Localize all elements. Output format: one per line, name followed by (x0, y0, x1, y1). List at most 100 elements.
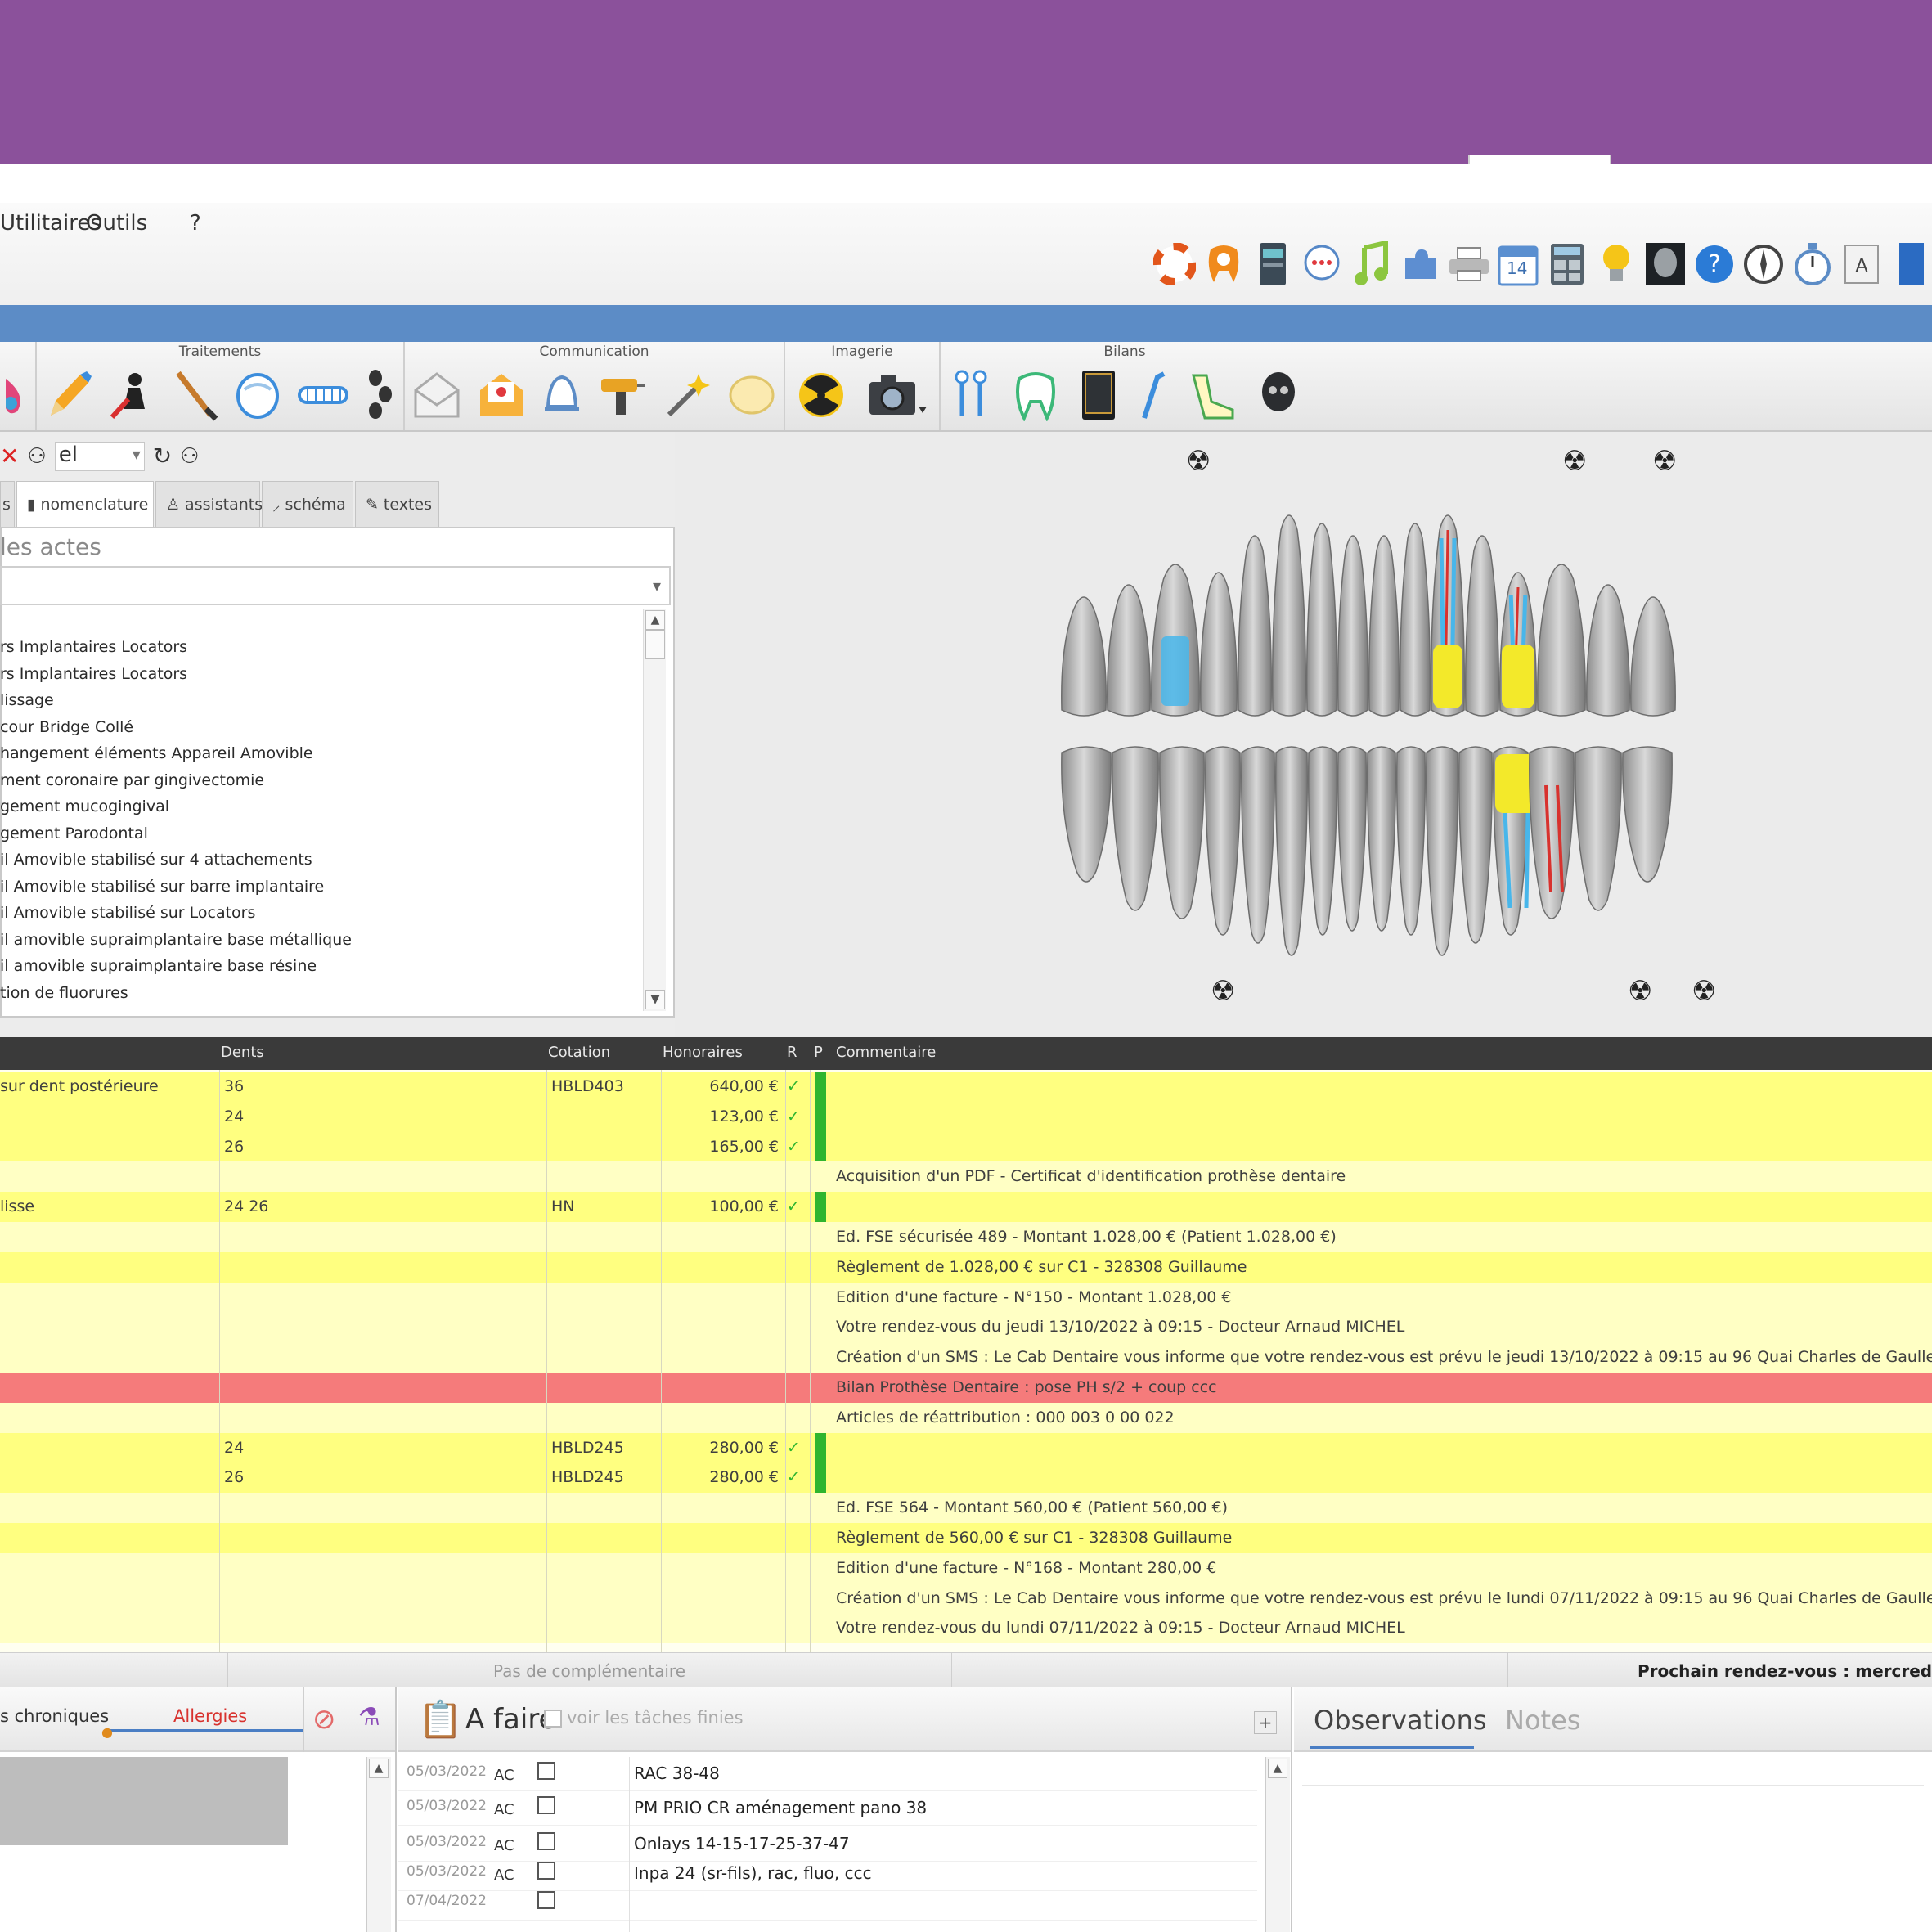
table-row[interactable]: 24 HBLD245 280,00 € ✓ (0, 1432, 1932, 1463)
vacuum-icon[interactable] (107, 368, 156, 422)
drill-icon[interactable] (598, 371, 647, 420)
tooth-outline-icon[interactable] (233, 368, 282, 422)
lower-tooth[interactable] (1241, 746, 1275, 944)
chart-icon[interactable] (1188, 369, 1238, 421)
tooth-q-icon[interactable] (1202, 239, 1245, 290)
tab-notes[interactable]: Notes (1505, 1705, 1580, 1736)
tab-prev[interactable]: s (0, 481, 15, 527)
printer-icon[interactable] (1448, 239, 1490, 290)
medical-scrollbar[interactable]: ▲ (366, 1757, 391, 1932)
radiation-marker-icon[interactable]: ☢ (1562, 445, 1587, 478)
acts-list-item[interactable]: il amovible supraimplantaire base résine (0, 953, 638, 980)
radiation-icon[interactable] (797, 371, 846, 420)
acts-list-item[interactable]: rs Implantaires Locators (0, 661, 638, 688)
server-icon[interactable] (1251, 239, 1294, 290)
todo-checkbox[interactable] (537, 1762, 555, 1780)
scroll-down-icon[interactable]: ▼ (645, 990, 665, 1009)
show-finished-checkbox[interactable] (544, 1710, 562, 1728)
envelope-icon[interactable] (412, 371, 461, 420)
lower-tooth[interactable] (1366, 746, 1397, 932)
acts-list-item[interactable]: il Amovible stabilisé sur barre implanta… (0, 874, 638, 901)
footprints-icon[interactable] (364, 368, 397, 422)
upper-tooth[interactable] (1464, 535, 1500, 717)
list-item[interactable]: 05/03/2022 AC PM PRIO CR aménagement pano … (398, 1791, 1257, 1826)
add-task-button[interactable]: + (1254, 1711, 1277, 1734)
tab-textes[interactable]: ✎ textes (355, 481, 439, 527)
header-dents[interactable]: Dents (221, 1044, 264, 1061)
todo-checkbox[interactable] (537, 1832, 555, 1850)
pencil-icon[interactable] (44, 368, 93, 422)
menu-outils[interactable]: Outils (86, 211, 147, 236)
upper-tooth[interactable] (1237, 535, 1273, 717)
table-row[interactable]: Votre rendez-vous du jeudi 13/10/2022 à … (0, 1312, 1932, 1343)
chat-bubble-icon[interactable] (1301, 239, 1343, 290)
tablet-icon[interactable] (1081, 369, 1117, 421)
music-note-icon[interactable] (1350, 239, 1392, 290)
filter-select[interactable]: el (54, 441, 145, 471)
scaler-icon[interactable] (1136, 369, 1169, 421)
radiation-marker-icon[interactable]: ☢ (1628, 975, 1652, 1008)
upper-tooth[interactable] (1537, 564, 1586, 717)
upper-tooth[interactable] (1586, 584, 1630, 717)
acts-list-item[interactable]: gement Parodontal (0, 820, 638, 847)
list-item[interactable]: 05/03/2022 AC RAC 38-48 (398, 1757, 1257, 1791)
table-row[interactable]: 24 123,00 € ✓ (0, 1101, 1932, 1132)
radiation-marker-icon[interactable]: ☢ (1211, 975, 1235, 1008)
table-row[interactable]: Règlement de 1.028,00 € sur C1 - 328308 … (0, 1251, 1932, 1283)
table-row[interactable]: Edition d'une facture - N°150 - Montant … (0, 1282, 1932, 1313)
acts-list-item[interactable]: cour Bridge Collé (0, 714, 638, 741)
scroll-thumb[interactable] (645, 630, 665, 659)
lifebuoy-icon[interactable] (1153, 239, 1196, 290)
acts-list-item[interactable]: il Amovible stabilisé sur Locators (0, 900, 638, 927)
skull-icon[interactable] (1258, 369, 1299, 421)
header-honoraires[interactable]: Honoraires (663, 1044, 743, 1061)
xray-photo-icon[interactable] (1644, 239, 1687, 290)
lower-tooth[interactable] (1061, 746, 1112, 883)
todo-checkbox[interactable] (537, 1891, 555, 1909)
header-p[interactable]: P (814, 1044, 823, 1061)
lower-tooth[interactable] (1529, 746, 1575, 919)
table-row[interactable]: Règlement de 560,00 € sur C1 - 328308 Gu… (0, 1523, 1932, 1553)
tab-schema[interactable]: ⸝ schéma (262, 481, 353, 527)
header-cotation[interactable]: Cotation (548, 1044, 610, 1061)
scroll-up-icon[interactable]: ▲ (1268, 1759, 1287, 1778)
table-row[interactable]: Création d'un SMS : Le Cab Dentaire vous… (0, 1583, 1932, 1614)
acts-scrollbar[interactable]: ▲ ▼ (643, 609, 666, 1011)
filter-people-icon[interactable]: ⚇ (27, 444, 46, 469)
dental-arch-icon[interactable] (296, 376, 350, 414)
todo-scrollbar[interactable]: ▲ (1265, 1757, 1290, 1932)
todo-checkbox[interactable] (537, 1796, 555, 1814)
acts-list-item[interactable]: il amovible supraimplantaire base métall… (0, 927, 638, 954)
acts-list-item[interactable]: gement mucogingival (0, 793, 638, 820)
table-row[interactable]: Articles de réattribution : 000 003 0 00… (0, 1402, 1932, 1433)
upper-tooth[interactable] (1368, 535, 1400, 717)
lower-tooth[interactable] (1274, 746, 1309, 956)
calendar-icon[interactable]: 14 (1497, 239, 1539, 290)
lower-tooth[interactable] (1112, 746, 1159, 911)
tab-nomenclature[interactable]: ▮ nomenclature (16, 481, 154, 527)
tab-assistants[interactable]: ♙ assistants (155, 481, 263, 527)
scroll-up-icon[interactable]: ▲ (369, 1759, 389, 1778)
radiation-marker-icon[interactable]: ☢ (1652, 445, 1677, 478)
acts-list-item[interactable]: hangement éléments Appareil Amovible (0, 740, 638, 767)
help-icon[interactable]: ? (1693, 239, 1736, 290)
acts-list-item[interactable]: tion de fluorures (0, 980, 638, 1007)
table-row[interactable]: Ed. FSE 564 - Montant 560,00 € (Patient … (0, 1493, 1932, 1523)
lower-tooth[interactable] (1205, 746, 1241, 936)
camera-icon[interactable] (868, 371, 928, 420)
todo-checkbox[interactable] (537, 1862, 555, 1880)
lower-tooth[interactable] (1575, 746, 1622, 911)
upper-tooth[interactable] (1337, 535, 1369, 717)
lower-tooth[interactable] (1395, 746, 1427, 936)
lower-tooth[interactable] (1458, 746, 1493, 944)
lower-tooth[interactable] (1307, 746, 1338, 936)
acts-list-item[interactable]: ment coronaire par gingivectomie (0, 767, 638, 794)
lightbulb-icon[interactable] (1595, 239, 1638, 290)
lower-tooth[interactable] (1622, 746, 1673, 883)
upper-tooth[interactable] (1271, 514, 1307, 717)
bubble-icon[interactable] (727, 371, 776, 420)
table-row[interactable]: lisse 24 26 HN 100,00 € ✓ (0, 1192, 1932, 1222)
flask-icon[interactable]: ⚗ (358, 1703, 380, 1732)
table-row[interactable]: Ed. FSE sécurisée 489 - Montant 1.028,00… (0, 1222, 1932, 1252)
lower-tooth[interactable] (1337, 746, 1368, 932)
